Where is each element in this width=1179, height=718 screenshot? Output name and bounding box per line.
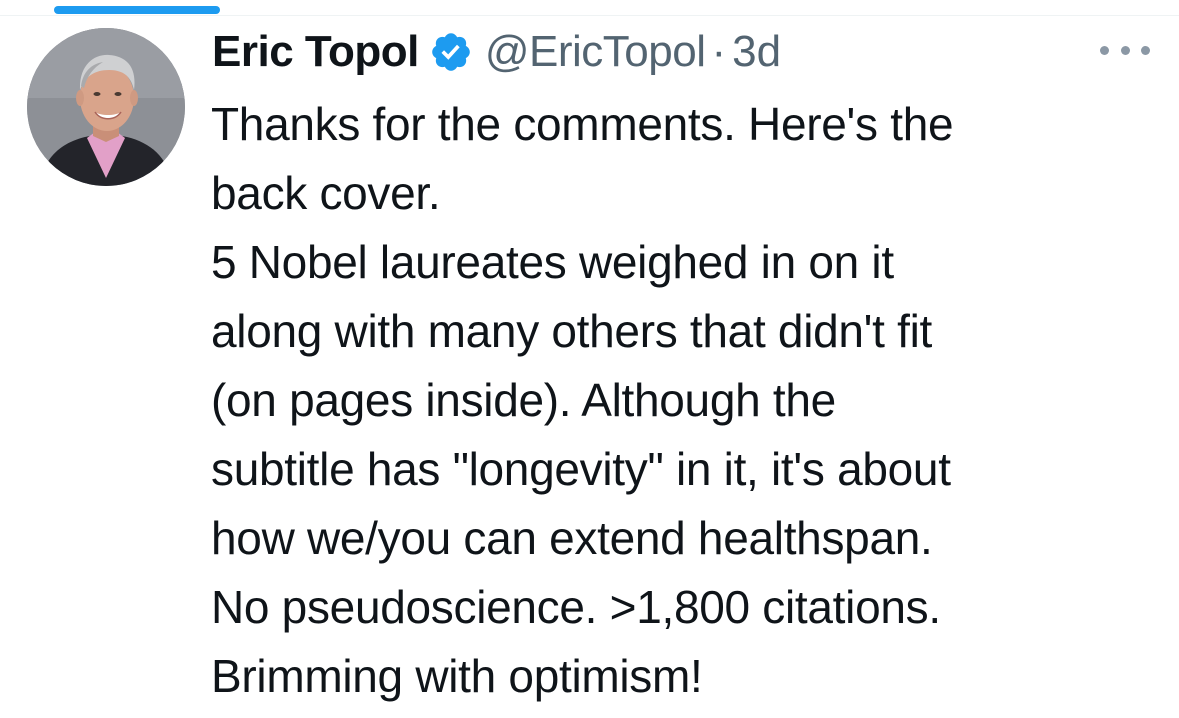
tweet-text-line: along with many others that didn't fit — [211, 305, 933, 357]
author-display-name[interactable]: Eric Topol — [212, 27, 419, 77]
more-dot — [1141, 45, 1150, 55]
tweet-text: Thanks for the comments. Here's the back… — [211, 90, 1171, 711]
tweet-timestamp[interactable]: 3d — [732, 27, 781, 77]
avatar[interactable] — [27, 28, 185, 186]
separator-dot: · — [711, 27, 727, 76]
more-options-icon[interactable] — [1100, 38, 1150, 62]
tweet-text-line: subtitle has "longevity" in it, it's abo… — [211, 443, 951, 495]
tweet-text-line: how we/you can extend healthspan. — [211, 512, 933, 564]
tweet-text-line: 5 Nobel laureates weighed in on it — [211, 236, 894, 288]
tweet-text-line: Brimming with optimism! — [211, 650, 703, 702]
author-handle[interactable]: @EricTopol — [485, 27, 706, 77]
avatar-photo — [27, 28, 185, 186]
tweet-text-line: back cover. — [211, 167, 441, 219]
tweet-text-line: (on pages inside). Although the — [211, 374, 836, 426]
tweet-screenshot: Eric Topol @EricTopol · 3d Thanks for th… — [0, 0, 1179, 718]
tweet-text-line: Thanks for the comments. Here's the — [211, 98, 954, 150]
top-divider — [0, 15, 1179, 16]
more-dot — [1100, 45, 1109, 55]
tweet-text-line: No pseudoscience. >1,800 citations. — [211, 581, 941, 633]
more-dot — [1120, 45, 1130, 55]
tweet-header: Eric Topol @EricTopol · 3d — [212, 24, 781, 80]
active-tab-indicator — [54, 6, 220, 14]
verified-badge-icon[interactable] — [429, 30, 473, 74]
